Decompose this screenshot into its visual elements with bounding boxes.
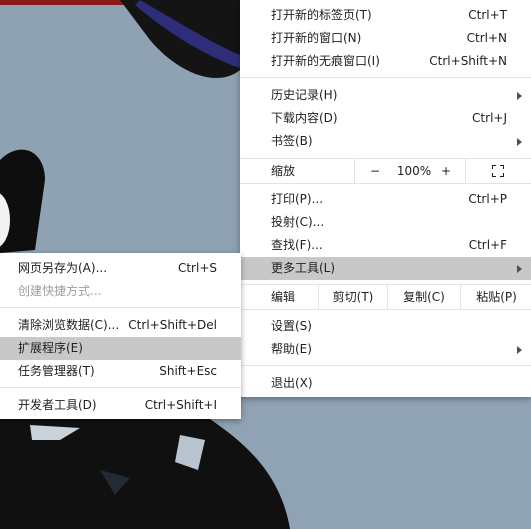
task-manager-shortcut: Shift+Esc — [159, 364, 217, 378]
task-manager-label: 任务管理器(T) — [18, 364, 95, 378]
submenu-arrow-icon — [517, 138, 522, 146]
downloads-item[interactable]: 下载内容(D) Ctrl+J — [240, 107, 531, 130]
new-window-shortcut: Ctrl+N — [466, 31, 507, 45]
paste-button[interactable]: 粘贴(P) — [460, 285, 531, 309]
new-tab-item[interactable]: 打开新的标签页(T) Ctrl+T — [240, 4, 531, 27]
extensions-item[interactable]: 扩展程序(E) — [0, 337, 241, 360]
extensions-label: 扩展程序(E) — [18, 341, 83, 355]
main-menu: 打开新的标签页(T) Ctrl+T 打开新的窗口(N) Ctrl+N 打开新的无… — [240, 0, 531, 397]
submenu-arrow-icon — [517, 92, 522, 100]
new-incognito-label: 打开新的无痕窗口(I) — [271, 54, 380, 68]
fullscreen-icon — [492, 165, 504, 177]
print-label: 打印(P)... — [271, 192, 324, 206]
history-item[interactable]: 历史记录(H) — [240, 84, 531, 107]
exit-label: 退出(X) — [271, 376, 313, 390]
separator — [240, 77, 531, 78]
submenu-arrow-icon — [517, 265, 522, 273]
cast-label: 投射(C)... — [271, 215, 325, 229]
help-item[interactable]: 帮助(E) — [240, 338, 531, 361]
history-label: 历史记录(H) — [271, 88, 338, 102]
more-tools-item[interactable]: 更多工具(L) — [240, 257, 531, 280]
zoom-row: 缩放 − 100% + — [240, 158, 531, 184]
settings-label: 设置(S) — [271, 319, 312, 333]
find-label: 查找(F)... — [271, 238, 323, 252]
dev-tools-item[interactable]: 开发者工具(D) Ctrl+Shift+I — [0, 394, 241, 417]
dev-tools-label: 开发者工具(D) — [18, 398, 97, 412]
new-incognito-item[interactable]: 打开新的无痕窗口(I) Ctrl+Shift+N — [240, 50, 531, 73]
new-incognito-shortcut: Ctrl+Shift+N — [429, 54, 507, 68]
more-tools-label: 更多工具(L) — [271, 261, 336, 275]
save-page-shortcut: Ctrl+S — [177, 261, 217, 275]
find-shortcut: Ctrl+F — [468, 238, 507, 252]
save-page-label: 网页另存为(A)... — [18, 261, 108, 275]
edit-label: 编辑 — [271, 290, 296, 304]
new-tab-shortcut: Ctrl+T — [468, 8, 507, 22]
create-shortcut-label: 创建快捷方式... — [18, 284, 102, 298]
zoom-out-button[interactable]: − — [354, 159, 395, 183]
downloads-label: 下载内容(D) — [271, 111, 338, 125]
save-page-item[interactable]: 网页另存为(A)... Ctrl+S — [0, 257, 241, 280]
edit-row: 编辑 剪切(T) 复制(C) 粘贴(P) — [240, 284, 531, 310]
exit-item[interactable]: 退出(X) — [240, 372, 531, 395]
downloads-shortcut: Ctrl+J — [472, 111, 507, 125]
create-shortcut-item: 创建快捷方式... — [0, 280, 241, 303]
zoom-label: 缩放 — [271, 164, 296, 178]
separator — [0, 387, 241, 388]
cast-item[interactable]: 投射(C)... — [240, 211, 531, 234]
cut-button[interactable]: 剪切(T) — [318, 285, 387, 309]
print-item[interactable]: 打印(P)... Ctrl+P — [240, 188, 531, 211]
help-label: 帮助(E) — [271, 342, 312, 356]
fullscreen-button[interactable] — [465, 159, 531, 183]
clear-data-item[interactable]: 清除浏览数据(C)... Ctrl+Shift+Del — [0, 314, 241, 337]
copy-button[interactable]: 复制(C) — [387, 285, 460, 309]
find-item[interactable]: 查找(F)... Ctrl+F — [240, 234, 531, 257]
print-shortcut: Ctrl+P — [468, 192, 507, 206]
new-window-item[interactable]: 打开新的窗口(N) Ctrl+N — [240, 27, 531, 50]
zoom-value: 100% — [396, 164, 432, 178]
bookmarks-item[interactable]: 书签(B) — [240, 130, 531, 153]
clear-data-label: 清除浏览数据(C)... — [18, 318, 120, 332]
separator — [0, 307, 241, 308]
zoom-in-button[interactable]: + — [433, 159, 459, 183]
dev-tools-shortcut: Ctrl+Shift+I — [144, 398, 217, 412]
submenu-arrow-icon — [517, 346, 522, 354]
bookmarks-label: 书签(B) — [271, 134, 313, 148]
settings-item[interactable]: 设置(S) — [240, 315, 531, 338]
task-manager-item[interactable]: 任务管理器(T) Shift+Esc — [0, 360, 241, 383]
new-tab-label: 打开新的标签页(T) — [271, 8, 372, 22]
clear-data-shortcut: Ctrl+Shift+Del — [128, 318, 217, 332]
new-window-label: 打开新的窗口(N) — [271, 31, 362, 45]
separator — [240, 365, 531, 366]
more-tools-submenu: 网页另存为(A)... Ctrl+S 创建快捷方式... 清除浏览数据(C)..… — [0, 253, 241, 419]
